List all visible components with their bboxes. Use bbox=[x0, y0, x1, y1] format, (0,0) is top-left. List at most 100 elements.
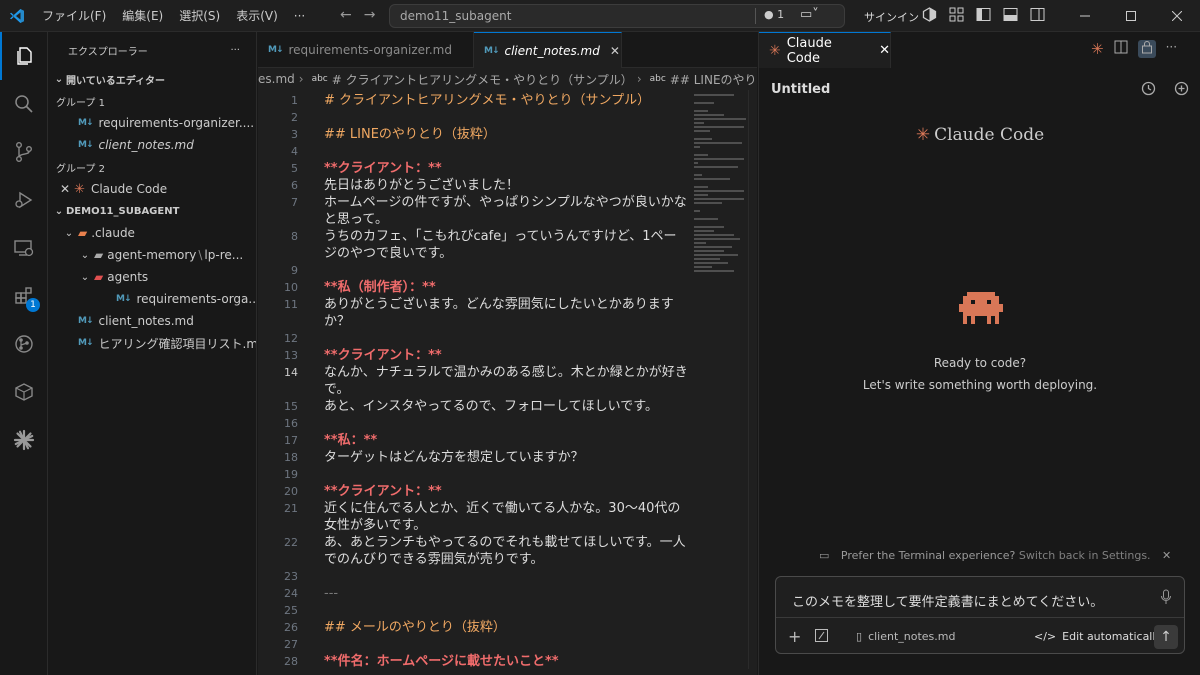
prompt-input[interactable]: このメモを整理して要件定義書にまとめてください。 + ▯ client_notes… bbox=[775, 576, 1185, 654]
code-icon: </> bbox=[1034, 630, 1057, 643]
source-control-icon[interactable] bbox=[0, 128, 48, 176]
editor-tabs: M↓ requirements-organizer.md M↓ client_not… bbox=[258, 32, 757, 68]
more-actions-icon[interactable]: ··· bbox=[1166, 40, 1177, 58]
line-text: あ、あとランチもやってるのでそれも載せてほしいです。一人 bbox=[324, 535, 686, 550]
chat-icon[interactable]: ▭˅ bbox=[800, 7, 819, 22]
tree-file[interactable]: M↓ ヒアリング確認項目リスト.md bbox=[48, 332, 256, 354]
maximize-button[interactable] bbox=[1108, 0, 1154, 32]
tree-label: agents bbox=[107, 270, 149, 284]
close-tab-icon[interactable]: ✕ bbox=[610, 44, 620, 58]
customize-layout-icon[interactable] bbox=[949, 7, 964, 22]
markdown-icon: M↓ bbox=[484, 45, 499, 56]
more-actions-icon[interactable]: ··· bbox=[230, 45, 240, 56]
markdown-icon: M↓ bbox=[78, 118, 93, 128]
minimap-line bbox=[694, 102, 714, 104]
menu-more[interactable]: ··· bbox=[286, 0, 313, 32]
tree-folder[interactable]: ⌄ ▰ .claude bbox=[48, 222, 256, 244]
workspace-section[interactable]: ⌄ DEMO11_SUBAGENT bbox=[48, 200, 256, 222]
edit-mode-selector[interactable]: </> Edit automatically bbox=[1034, 630, 1162, 643]
close-tab-icon[interactable]: ✕ bbox=[879, 43, 890, 58]
forward-arrow-icon[interactable]: → bbox=[364, 7, 376, 23]
tab-claude-code[interactable]: ✳ Claude Code ✕ bbox=[759, 32, 891, 68]
run-debug-icon[interactable] bbox=[0, 176, 48, 224]
back-arrow-icon[interactable]: ← bbox=[340, 7, 352, 23]
open-editor-item[interactable]: M↓ client_notes.md bbox=[48, 134, 256, 156]
line-number: 3 bbox=[291, 128, 298, 141]
tab-client-notes[interactable]: M↓ client_notes.md ✕ bbox=[474, 32, 622, 68]
history-icon[interactable] bbox=[1141, 81, 1156, 99]
breadcrumb-file[interactable]: es.md bbox=[258, 72, 295, 86]
line-number: 13 bbox=[284, 349, 298, 362]
minimap-line bbox=[694, 266, 712, 268]
notice-text: Prefer the Terminal experience? bbox=[840, 549, 1016, 562]
close-icon[interactable]: ✕ bbox=[60, 182, 70, 196]
vertical-scrollbar[interactable] bbox=[748, 90, 756, 675]
breadcrumb-h1[interactable]: # クライアントヒアリングメモ・やりとり（サンプル） bbox=[332, 71, 633, 88]
add-attachment-icon[interactable]: + bbox=[788, 627, 801, 646]
breadcrumb-h2[interactable]: ## LINEのやりとり（抜粋） bbox=[670, 71, 757, 88]
minimap-line bbox=[694, 254, 738, 256]
minimap-line bbox=[694, 270, 734, 272]
menu-selection[interactable]: 選択(S) bbox=[171, 0, 228, 32]
microphone-icon[interactable] bbox=[1160, 589, 1172, 608]
containers-icon[interactable] bbox=[0, 368, 48, 416]
send-button[interactable]: ↑ bbox=[1154, 625, 1178, 649]
explorer-icon[interactable] bbox=[0, 32, 48, 80]
tree-label: client_notes.md bbox=[98, 314, 194, 328]
minimap-line bbox=[694, 250, 724, 252]
slash-command-icon[interactable] bbox=[815, 628, 829, 645]
open-editors-section[interactable]: ⌄ 開いているエディター bbox=[48, 68, 256, 90]
line-number: 11 bbox=[284, 298, 298, 311]
switch-back-link[interactable]: Switch back in Settings. bbox=[1019, 549, 1151, 562]
tab-label: client_notes.md bbox=[504, 43, 600, 58]
layout-controls bbox=[922, 7, 1045, 22]
tree-file[interactable]: M↓ requirements-orga... bbox=[48, 288, 256, 310]
toggle-secondary-sidebar-icon[interactable] bbox=[1030, 7, 1045, 22]
timeline-icon[interactable] bbox=[0, 320, 48, 368]
open-editor-label: requirements-organizer.... bbox=[98, 116, 255, 130]
claude-code-icon[interactable] bbox=[0, 416, 48, 464]
extensions-icon[interactable]: 1 bbox=[0, 272, 48, 320]
tree-file[interactable]: M↓ client_notes.md bbox=[48, 310, 256, 332]
line-number: 7 bbox=[291, 196, 298, 209]
open-editor-item[interactable]: ✕ ✳ Claude Code bbox=[48, 178, 256, 200]
prompt-text[interactable]: このメモを整理して要件定義書にまとめてください。 bbox=[792, 591, 1103, 610]
line-number: 25 bbox=[284, 604, 298, 617]
tab-requirements-organizer[interactable]: M↓ requirements-organizer.md bbox=[258, 32, 474, 68]
file-context-chip[interactable]: ▯ client_notes.md bbox=[856, 630, 955, 643]
line-text: 女性が多いです。 bbox=[324, 518, 427, 533]
open-editor-item[interactable]: M↓ requirements-organizer.... bbox=[48, 112, 256, 134]
search-icon[interactable] bbox=[0, 80, 48, 128]
signin-button[interactable]: サインイン bbox=[864, 9, 919, 25]
line-text: か？ bbox=[324, 314, 351, 329]
line-text: ターゲットはどんな方を想定していますか？ bbox=[324, 450, 584, 465]
minimap-line bbox=[694, 190, 744, 192]
tree-folder[interactable]: ⌄ ▰ agents bbox=[48, 266, 256, 288]
menu-file[interactable]: ファイル(F) bbox=[34, 0, 114, 32]
tree-folder[interactable]: ⌄ ▰ agent-memory \ lp-re... bbox=[48, 244, 256, 266]
claude-icon[interactable]: ✳ bbox=[1091, 40, 1104, 58]
menu-edit[interactable]: 編集(E) bbox=[114, 0, 171, 32]
accounts-icon[interactable] bbox=[922, 7, 937, 22]
remote-explorer-icon[interactable] bbox=[0, 224, 48, 272]
lock-icon[interactable] bbox=[1137, 40, 1156, 58]
open-editor-label: Claude Code bbox=[90, 182, 168, 196]
minimize-button[interactable] bbox=[1062, 0, 1108, 32]
changes-count[interactable]: ● 1 bbox=[764, 8, 784, 21]
nav-arrows: ← → bbox=[340, 7, 375, 23]
new-session-icon[interactable] bbox=[1174, 81, 1189, 99]
split-editor-icon[interactable] bbox=[1114, 40, 1128, 58]
horizontal-scrollbar[interactable] bbox=[258, 669, 757, 675]
close-icon[interactable]: ✕ bbox=[1162, 549, 1171, 562]
minimap[interactable] bbox=[690, 90, 748, 300]
line-text: **クライアント：** bbox=[324, 161, 442, 176]
line-text: **クライアント：** bbox=[324, 484, 442, 499]
line-number: 6 bbox=[291, 179, 298, 192]
toggle-primary-sidebar-icon[interactable] bbox=[976, 7, 991, 22]
explorer-header: エクスプローラー ··· bbox=[48, 32, 256, 68]
command-center[interactable]: demo11_subagent ● 1 ▭˅ bbox=[389, 4, 845, 28]
toggle-panel-icon[interactable] bbox=[1003, 7, 1018, 22]
close-window-button[interactable] bbox=[1154, 0, 1200, 32]
menu-view[interactable]: 表示(V) bbox=[228, 0, 286, 32]
code-editor[interactable]: 1 # クライアントヒアリングメモ・やりとり（サンプル） 2 3 ## LINEのやりと… bbox=[258, 90, 688, 675]
